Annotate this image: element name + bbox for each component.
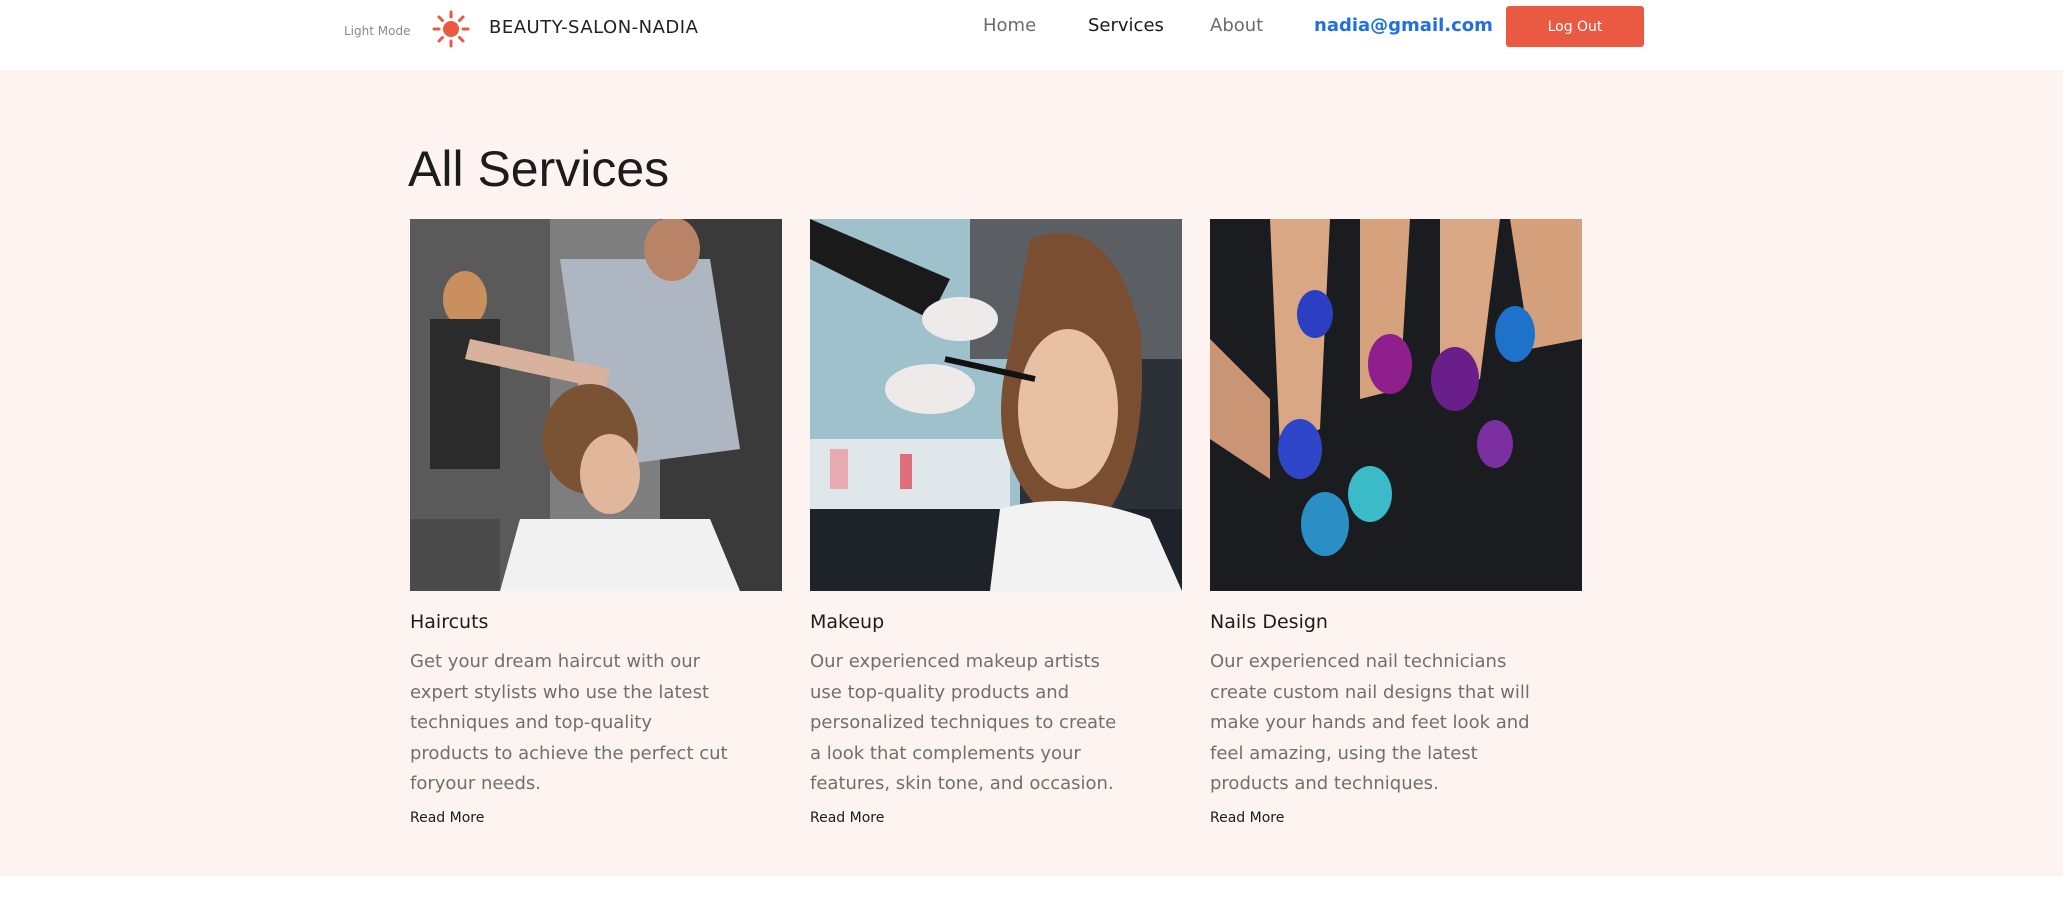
top-navigation-bar: Light Mode BEAUTY-SALON-NADIA Home Servi…: [0, 0, 2063, 70]
service-description: Our experienced nail technicians create …: [1210, 651, 1530, 794]
next-section: [0, 876, 2063, 919]
service-title: Nails Design: [1210, 611, 1328, 633]
nav-link-about[interactable]: About: [1210, 15, 1263, 36]
page-title: All Services: [408, 141, 670, 197]
makeup-photo: [810, 219, 1182, 591]
service-description: Our experienced makeup artists use top-q…: [810, 651, 1117, 794]
theme-mode-label: Light Mode: [344, 24, 411, 38]
services-section: All Services Haircuts Get your dream hai…: [0, 70, 2063, 876]
service-card-haircuts: Haircuts Get your dream haircut with our…: [410, 219, 782, 826]
user-email-link[interactable]: nadia@gmail.com: [1314, 15, 1493, 36]
logout-button[interactable]: Log Out: [1506, 6, 1644, 47]
service-title: Makeup: [810, 611, 885, 633]
haircut-photo: [410, 219, 782, 591]
sun-icon[interactable]: [432, 10, 470, 48]
nails-photo: [1210, 219, 1582, 591]
read-more-link[interactable]: Read More: [410, 810, 484, 826]
service-card-nails-design: Nails Design Our experienced nail techni…: [1210, 219, 1582, 826]
nav-link-home[interactable]: Home: [983, 15, 1036, 36]
read-more-link[interactable]: Read More: [810, 810, 884, 826]
service-card-makeup: Makeup Our experienced makeup artists us…: [810, 219, 1182, 826]
service-title: Haircuts: [410, 611, 489, 633]
brand-name[interactable]: BEAUTY-SALON-NADIA: [489, 17, 698, 38]
read-more-link[interactable]: Read More: [1210, 810, 1284, 826]
service-description: Get your dream haircut with our expert s…: [410, 651, 728, 794]
nav-link-services[interactable]: Services: [1088, 15, 1164, 36]
